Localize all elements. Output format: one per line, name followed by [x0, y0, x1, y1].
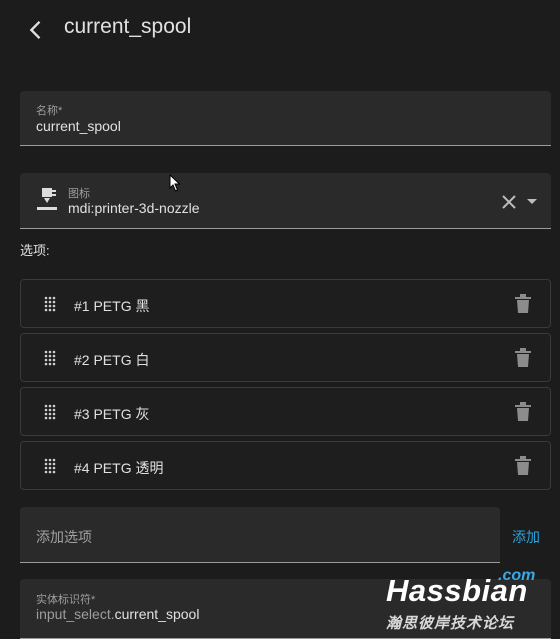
icon-field-label: 图标 [68, 188, 90, 200]
add-option-placeholder[interactable]: 添加选项 [36, 527, 92, 547]
mouse-cursor-icon [169, 174, 181, 192]
option-row: #2 PETG 白 [20, 333, 551, 382]
option-label: #4 PETG 透明 [74, 460, 164, 476]
delete-icon[interactable] [514, 294, 532, 314]
option-row: #4 PETG 透明 [20, 441, 551, 490]
name-field-value[interactable]: current_spool [36, 118, 121, 134]
entity-id-prefix: input_select. [36, 606, 115, 622]
watermark-subtitle: 瀚思彼岸技术论坛 [386, 615, 515, 632]
dropdown-arrow-icon[interactable] [525, 194, 539, 208]
chevron-left-icon[interactable] [22, 16, 50, 44]
icon-picker-field[interactable]: 图标 mdi:printer-3d-nozzle [20, 173, 551, 229]
name-field[interactable]: 名称* current_spool [20, 91, 551, 146]
option-label: #3 PETG 灰 [74, 406, 150, 422]
option-label: #1 PETG 黑 [74, 298, 150, 314]
drag-handle-icon[interactable] [43, 458, 57, 474]
delete-icon[interactable] [514, 456, 532, 476]
add-option-field[interactable]: 添加选项 [20, 507, 500, 563]
drag-handle-icon[interactable] [43, 296, 57, 312]
entity-id-name[interactable]: current_spool [115, 606, 200, 622]
name-field-label: 名称* [36, 105, 63, 117]
delete-icon[interactable] [514, 402, 532, 422]
page-title: current_spool [64, 15, 192, 38]
icon-field-value[interactable]: mdi:printer-3d-nozzle [68, 200, 200, 216]
add-option-button[interactable]: 添加 [512, 527, 540, 547]
drag-handle-icon[interactable] [43, 350, 57, 366]
option-row: #1 PETG 黑 [20, 279, 551, 328]
app-header: current_spool [0, 0, 560, 58]
clear-icon[interactable] [500, 193, 518, 211]
delete-icon[interactable] [514, 348, 532, 368]
options-label: 选项: [20, 243, 50, 258]
option-row: #3 PETG 灰 [20, 387, 551, 436]
entity-id-label: 实体标识符* [36, 594, 96, 606]
entity-id-value[interactable]: input_select.current_spool [36, 606, 199, 622]
printer-3d-nozzle-icon [37, 188, 57, 210]
drag-handle-icon[interactable] [43, 404, 57, 420]
watermark-domain: .com [498, 567, 536, 584]
option-label: #2 PETG 白 [74, 352, 150, 368]
